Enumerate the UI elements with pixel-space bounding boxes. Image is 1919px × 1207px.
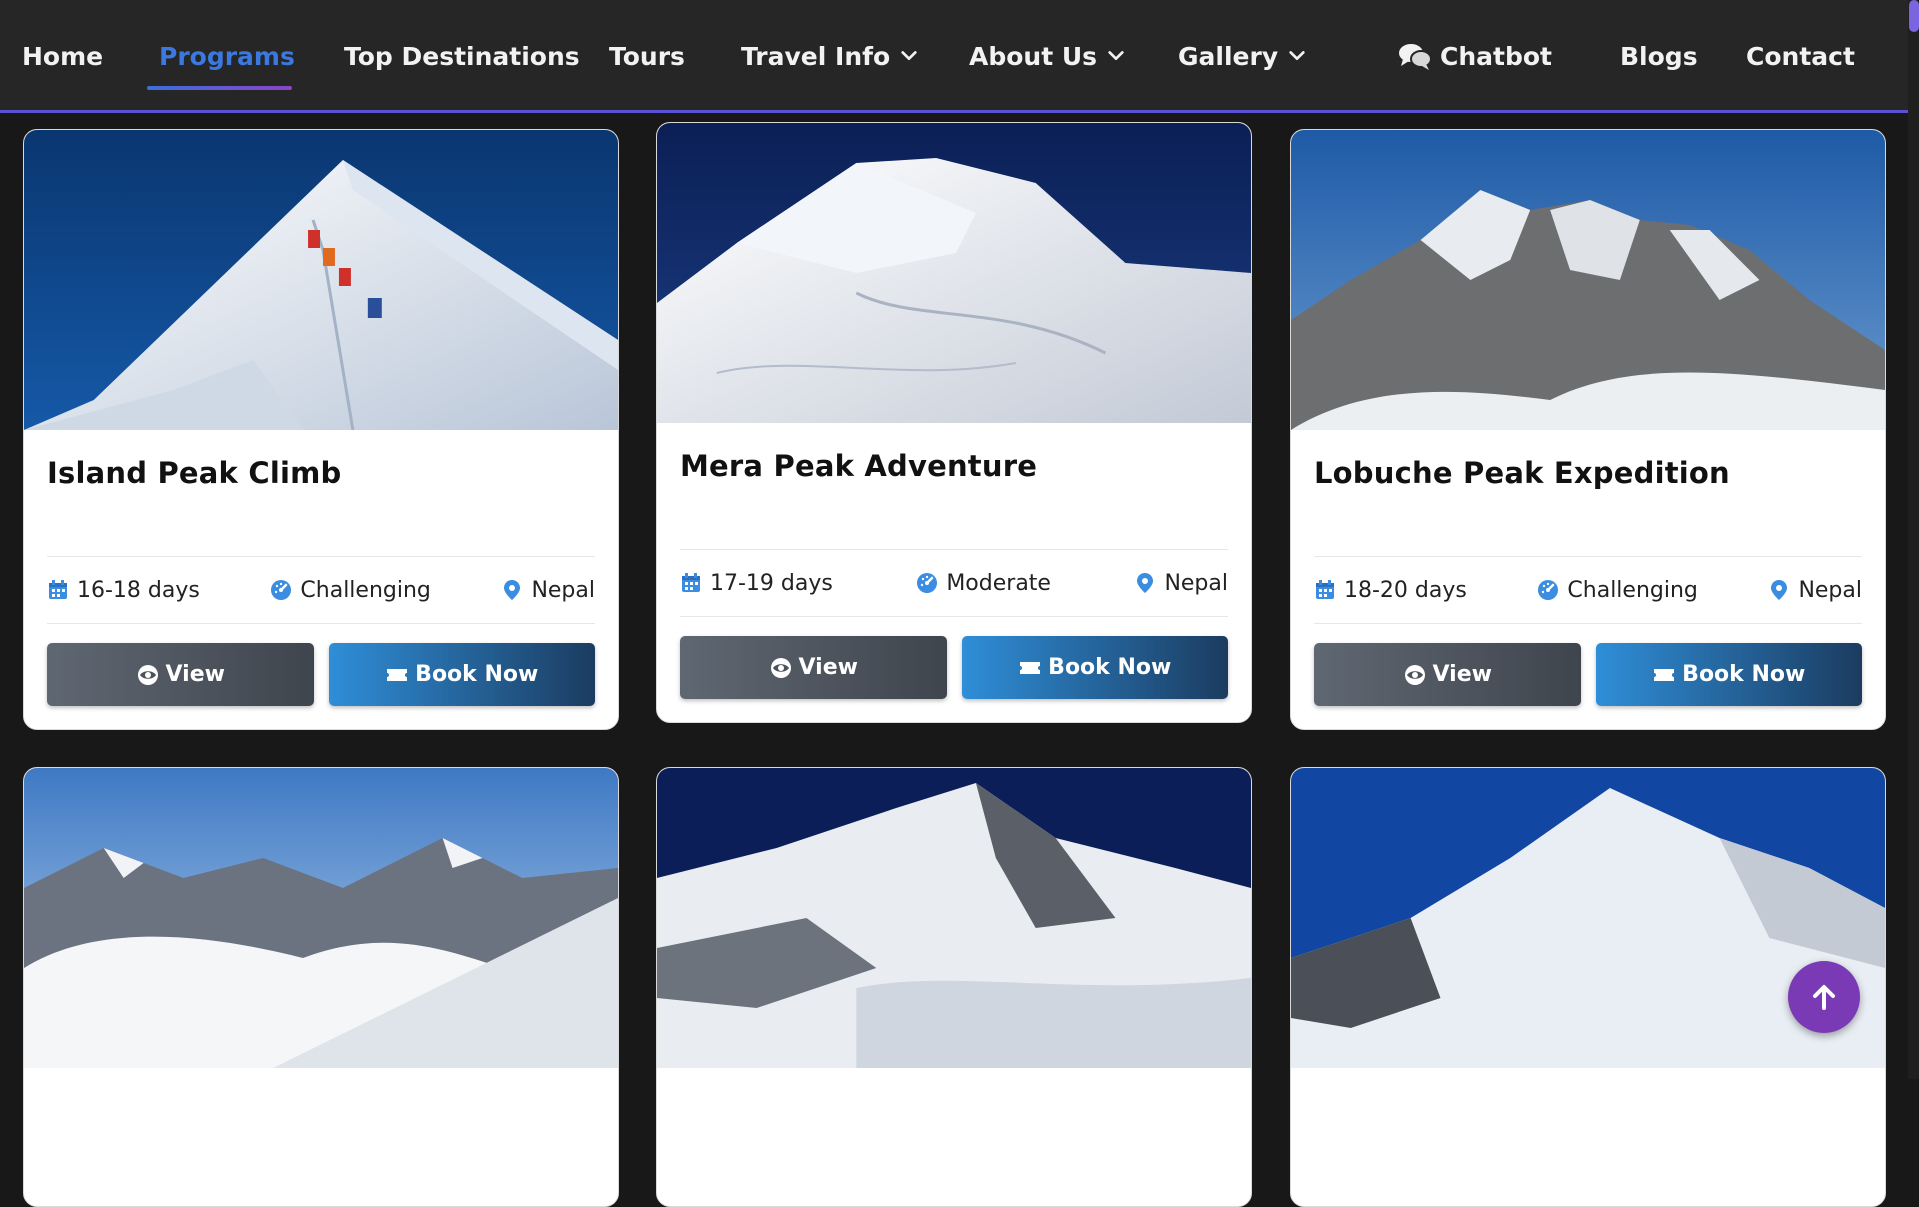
chevron-down-icon — [1108, 51, 1124, 61]
difficulty-text: Challenging — [300, 577, 431, 603]
nav-tours[interactable]: Tours — [609, 34, 685, 78]
program-card — [656, 767, 1252, 1207]
nav-top-destinations[interactable]: Top Destinations — [344, 34, 580, 78]
program-card: Lobuche Peak Expedition 18-20 days Chall… — [1290, 129, 1886, 730]
book-now-button[interactable]: Book Now — [1595, 643, 1862, 706]
nav-home-label: Home — [22, 41, 104, 71]
active-nav-indicator — [147, 86, 292, 90]
difficulty-info: Moderate — [916, 571, 1051, 596]
duration-text: 18-20 days — [1344, 577, 1467, 603]
lobuche-peak-image — [1291, 130, 1885, 430]
book-now-button[interactable]: Book Now — [961, 636, 1228, 699]
view-button[interactable]: View — [1314, 643, 1581, 706]
chevron-down-icon — [901, 51, 917, 61]
nav-about-us[interactable]: About Us — [969, 34, 1125, 78]
nav-home[interactable]: Home — [22, 34, 103, 78]
view-button-label: View — [1432, 662, 1492, 687]
chevron-down-icon — [1289, 51, 1305, 61]
nav-gallery[interactable]: Gallery — [1178, 34, 1306, 78]
ticket-icon — [387, 668, 408, 681]
chat-bubbles-icon — [1399, 44, 1432, 70]
nav-chatbot[interactable]: Chatbot — [1398, 34, 1552, 78]
program-card: Mera Peak Adventure 17-19 days Moderate … — [656, 122, 1252, 723]
nav-travel-info[interactable]: Travel Info — [741, 34, 918, 78]
gauge-icon — [917, 573, 938, 593]
card-actions: View Book Now — [680, 636, 1228, 699]
card-meta: 18-20 days Challenging Nepal — [1314, 556, 1862, 624]
scrollbar-thumb[interactable] — [1909, 0, 1919, 32]
card-title: Lobuche Peak Expedition — [1314, 456, 1730, 490]
book-now-label: Book Now — [1682, 662, 1806, 687]
book-now-label: Book Now — [1048, 655, 1172, 680]
ticket-icon — [1654, 668, 1675, 681]
card-title: Island Peak Climb — [47, 456, 342, 490]
location-text: Nepal — [1164, 570, 1228, 596]
nav-travel-info-label: Travel Info — [741, 41, 891, 71]
glacier-peak-image — [657, 768, 1251, 1068]
location-text: Nepal — [531, 577, 595, 603]
difficulty-info: Challenging — [270, 577, 431, 603]
nav-blogs[interactable]: Blogs — [1620, 34, 1698, 78]
book-now-button[interactable]: Book Now — [328, 643, 595, 706]
duration-info: 17-19 days — [680, 571, 833, 596]
view-button[interactable]: View — [47, 643, 314, 706]
difficulty-text: Challenging — [1567, 577, 1698, 603]
arrow-up-icon — [1813, 985, 1835, 1010]
nav-blogs-label: Blogs — [1620, 41, 1698, 71]
calendar-icon — [682, 573, 700, 592]
eye-icon — [1404, 664, 1425, 685]
mera-peak-image — [657, 123, 1251, 423]
card-actions: View Book Now — [47, 643, 595, 706]
gauge-icon — [271, 580, 292, 600]
nav-about-us-label: About Us — [969, 41, 1098, 71]
view-button-label: View — [798, 655, 858, 680]
island-peak-image — [24, 130, 618, 430]
view-button[interactable]: View — [680, 636, 947, 699]
nav-chatbot-label: Chatbot — [1440, 41, 1552, 71]
eye-icon — [137, 664, 158, 685]
card-title: Mera Peak Adventure — [680, 449, 1038, 483]
map-pin-icon — [504, 580, 521, 600]
map-pin-icon — [1771, 580, 1788, 600]
gauge-icon — [1538, 580, 1559, 600]
ticket-icon — [1020, 661, 1041, 674]
nav-programs-label: Programs — [159, 41, 295, 71]
scroll-to-top-button[interactable] — [1788, 961, 1860, 1033]
location-info: Nepal — [501, 578, 595, 603]
scrollbar-track[interactable] — [1908, 0, 1919, 1079]
location-info: Nepal — [1134, 571, 1228, 596]
duration-text: 17-19 days — [710, 570, 833, 596]
main-navbar: Home Programs Top Destinations Tours Tra… — [0, 0, 1908, 113]
card-meta: 17-19 days Moderate Nepal — [680, 549, 1228, 617]
duration-text: 16-18 days — [77, 577, 200, 603]
nav-contact[interactable]: Contact — [1746, 34, 1855, 78]
nav-tours-label: Tours — [609, 41, 685, 71]
location-info: Nepal — [1768, 578, 1862, 603]
card-actions: View Book Now — [1314, 643, 1862, 706]
difficulty-info: Challenging — [1537, 577, 1698, 603]
view-button-label: View — [165, 662, 225, 687]
card-meta: 16-18 days Challenging Nepal — [47, 556, 595, 624]
location-text: Nepal — [1798, 577, 1862, 603]
everest-image — [1291, 768, 1885, 1068]
nav-gallery-label: Gallery — [1178, 41, 1279, 71]
duration-info: 18-20 days — [1314, 578, 1467, 603]
program-card — [23, 767, 619, 1207]
mountain-clouds-image — [24, 768, 618, 1068]
duration-info: 16-18 days — [47, 578, 200, 603]
nav-contact-label: Contact — [1746, 41, 1855, 71]
nav-top-destinations-label: Top Destinations — [344, 41, 580, 71]
eye-icon — [770, 657, 791, 678]
nav-programs[interactable]: Programs — [159, 34, 295, 78]
calendar-icon — [1316, 580, 1334, 599]
calendar-icon — [49, 580, 67, 599]
program-card: Island Peak Climb 16-18 days Challenging… — [23, 129, 619, 730]
difficulty-text: Moderate — [946, 570, 1051, 596]
book-now-label: Book Now — [415, 662, 539, 687]
map-pin-icon — [1137, 573, 1154, 593]
